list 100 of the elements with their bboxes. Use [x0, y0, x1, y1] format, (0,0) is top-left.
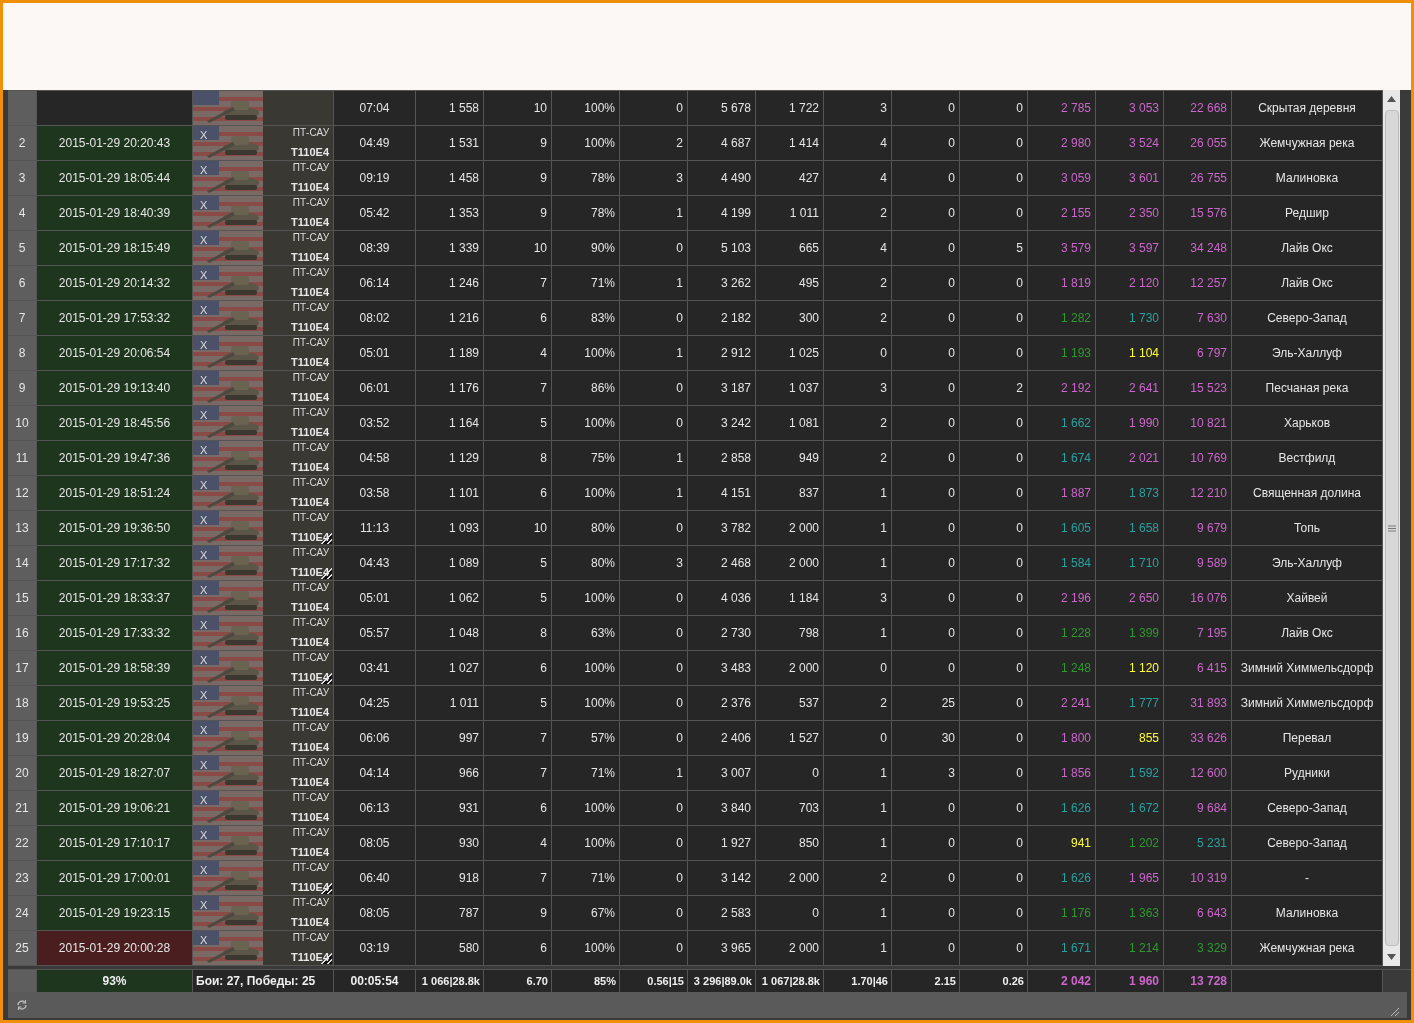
table-cell: 0 [960, 721, 1028, 756]
scroll-down-icon[interactable] [1387, 954, 1396, 960]
table-cell: 1 [824, 826, 892, 861]
resize-grip-icon[interactable] [1389, 1006, 1399, 1016]
battle-time: 08:02 [334, 301, 416, 336]
table-cell: 9 [484, 896, 552, 931]
vehicle-type: ПТ-САУ [292, 196, 329, 209]
table-cell: 0 [892, 826, 960, 861]
tier-label: X [200, 408, 208, 423]
table-cell: 4 [484, 336, 552, 371]
score-cell: 1 674 [1028, 441, 1096, 476]
row-number: 14 [8, 546, 37, 581]
summary-score: 13 728 [1164, 970, 1232, 992]
date-cell: 2015-01-29 17:33:32 [37, 616, 193, 651]
table-cell: 1 027 [416, 651, 484, 686]
table-cell: 4 [824, 231, 892, 266]
date-cell: 2015-01-29 18:40:39 [37, 196, 193, 231]
table-cell: 83% [552, 301, 620, 336]
map-name: Хайвей [1232, 581, 1383, 616]
table-cell: 6 [484, 791, 552, 826]
score-cell: 1 605 [1028, 511, 1096, 546]
score-cell: 31 893 [1164, 686, 1232, 721]
vehicle-name: T110E4 [291, 495, 330, 509]
row-number: 16 [8, 616, 37, 651]
table-cell: 1 [824, 756, 892, 791]
refresh-icon[interactable] [16, 999, 28, 1011]
score-cell: 1 965 [1096, 861, 1164, 896]
table-cell: 0 [620, 91, 688, 126]
tier-label: X [200, 898, 208, 913]
row-number: 15 [8, 581, 37, 616]
table-cell: 0 [892, 161, 960, 196]
scroll-up-icon[interactable] [1387, 96, 1396, 102]
score-cell: 1 658 [1096, 511, 1164, 546]
table-cell: 57% [552, 721, 620, 756]
table-cell: 997 [416, 721, 484, 756]
table-cell: 3 [824, 581, 892, 616]
table-cell: 0 [620, 651, 688, 686]
table-cell: 2 [960, 371, 1028, 406]
date-cell: 2015-01-29 18:15:49 [37, 231, 193, 266]
vehicle-name: T110E4 [291, 565, 332, 579]
table-cell: 0 [892, 336, 960, 371]
table-cell: 0 [620, 371, 688, 406]
tier-label: X [200, 758, 208, 773]
score-cell: 9 679 [1164, 511, 1232, 546]
vehicle-type: ПТ-САУ [292, 616, 329, 629]
score-cell: 1 672 [1096, 791, 1164, 826]
table-cell: 0 [824, 336, 892, 371]
table-cell: 0 [892, 441, 960, 476]
summary-cell: 3 296|89.0k [688, 970, 756, 992]
date-cell: 2015-01-29 18:33:37 [37, 581, 193, 616]
table-cell: 2 468 [688, 546, 756, 581]
table-cell: 3 [620, 161, 688, 196]
score-cell: 7 195 [1164, 616, 1232, 651]
vehicle-name: T110E4 [291, 880, 332, 894]
score-cell: 6 643 [1164, 896, 1232, 931]
table-cell: 1 037 [756, 371, 824, 406]
scroll-thumb[interactable] [1384, 110, 1399, 946]
tier-label: X [200, 373, 208, 388]
table-cell: 100% [552, 336, 620, 371]
scrollbar[interactable] [1383, 90, 1400, 966]
tier-label: X [200, 583, 208, 598]
table-cell: 80% [552, 546, 620, 581]
summary-cell: 0.56|15 [620, 970, 688, 992]
battle-time: 05:01 [334, 336, 416, 371]
table-cell: 2 182 [688, 301, 756, 336]
table-cell: 78% [552, 161, 620, 196]
vehicle-name: T110E4 [291, 320, 330, 334]
score-cell: 1 399 [1096, 616, 1164, 651]
table-cell: 0 [960, 126, 1028, 161]
table-cell: 1 927 [688, 826, 756, 861]
tier-label: X [200, 478, 208, 493]
table-cell: 0 [892, 91, 960, 126]
score-cell: 15 576 [1164, 196, 1232, 231]
summary-cell: 85% [552, 970, 620, 992]
table-cell: 0 [756, 896, 824, 931]
vehicle-name: T110E4 [291, 180, 330, 194]
table-cell: 63% [552, 616, 620, 651]
score-cell: 1 887 [1028, 476, 1096, 511]
score-cell: 1 592 [1096, 756, 1164, 791]
table-cell: 837 [756, 476, 824, 511]
table-cell: 100% [552, 931, 620, 966]
battle-time: 07:04 [334, 91, 416, 126]
score-cell: 15 523 [1164, 371, 1232, 406]
score-cell: 1 120 [1096, 651, 1164, 686]
summary-cell: 0.26 [960, 970, 1028, 992]
map-name: Лайв Окс [1232, 616, 1383, 651]
score-cell: 10 769 [1164, 441, 1232, 476]
map-name: Зимний Химмельсдорф [1232, 651, 1383, 686]
row-number: 10 [8, 406, 37, 441]
score-cell: 9 589 [1164, 546, 1232, 581]
battle-time: 03:52 [334, 406, 416, 441]
table-cell: 0 [892, 791, 960, 826]
row-number: 24 [8, 896, 37, 931]
vehicle-name: T110E4 [291, 775, 330, 789]
score-cell: 2 650 [1096, 581, 1164, 616]
tier-label: X [200, 128, 208, 143]
score-cell: 1 363 [1096, 896, 1164, 931]
table-cell: 71% [552, 266, 620, 301]
table-cell: 0 [960, 441, 1028, 476]
table-cell: 0 [892, 546, 960, 581]
